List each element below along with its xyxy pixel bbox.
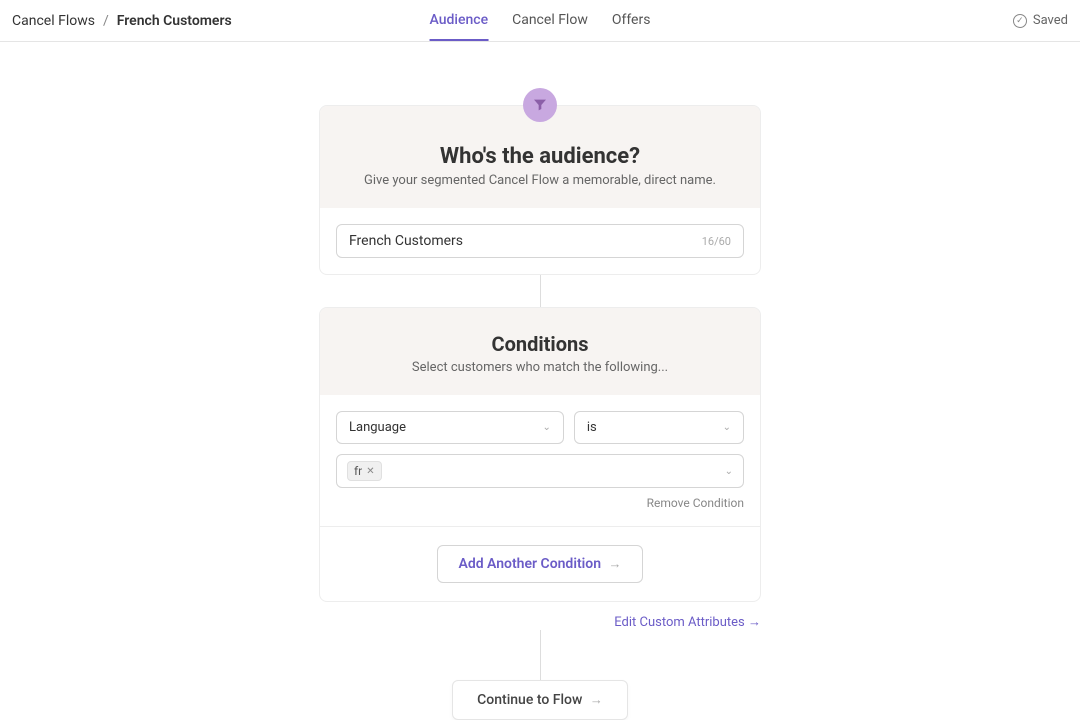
conditions-card-header: Conditions Select customers who match th… — [320, 308, 760, 395]
remove-condition-link[interactable]: Remove Condition — [336, 496, 744, 510]
condition-value-tag: fr ✕ — [347, 461, 382, 481]
condition-row: Language ⌄ is ⌄ — [336, 411, 744, 444]
tag-label: fr — [354, 464, 362, 478]
condition-operator-select[interactable]: is ⌄ — [574, 411, 744, 444]
continue-to-flow-button[interactable]: Continue to Flow → — [452, 680, 628, 720]
tag-remove-icon[interactable]: ✕ — [366, 466, 374, 477]
audience-card: Who's the audience? Give your segmented … — [319, 105, 761, 275]
conditions-card: Conditions Select customers who match th… — [319, 307, 761, 602]
audience-title: Who's the audience? — [344, 144, 736, 169]
char-count: 16/60 — [702, 235, 731, 248]
condition-operator-value: is — [587, 420, 597, 435]
conditions-card-footer: Add Another Condition → — [320, 526, 760, 601]
tab-cancel-flow[interactable]: Cancel Flow — [512, 0, 588, 41]
tabs: Audience Cancel Flow Offers — [430, 0, 651, 41]
breadcrumb-current: French Customers — [117, 13, 232, 29]
tab-audience[interactable]: Audience — [430, 0, 489, 41]
condition-value-select[interactable]: fr ✕ ⌄ — [336, 454, 744, 488]
add-condition-label: Add Another Condition — [458, 556, 601, 572]
edit-attrs-label: Edit Custom Attributes — [614, 615, 745, 630]
edit-custom-attributes-link[interactable]: Edit Custom Attributes → — [319, 614, 761, 630]
audience-name-input[interactable] — [349, 233, 702, 249]
connector-line — [540, 275, 541, 307]
chevron-down-icon: ⌄ — [542, 422, 550, 433]
audience-card-body: 16/60 — [320, 208, 760, 274]
content: Who's the audience? Give your segmented … — [0, 42, 1080, 720]
connector-line — [540, 630, 541, 680]
arrow-right-icon: → — [590, 693, 603, 708]
condition-attribute-value: Language — [349, 420, 406, 435]
breadcrumb-separator: / — [103, 13, 109, 29]
condition-attribute-select[interactable]: Language ⌄ — [336, 411, 564, 444]
conditions-title: Conditions — [344, 332, 736, 356]
saved-label: Saved — [1033, 13, 1068, 28]
audience-name-field-wrap: 16/60 — [336, 224, 744, 258]
continue-label: Continue to Flow — [477, 692, 582, 708]
arrow-right-icon: → — [609, 557, 622, 572]
tab-offers[interactable]: Offers — [612, 0, 651, 41]
breadcrumb: Cancel Flows / French Customers — [12, 13, 232, 29]
conditions-card-body: Language ⌄ is ⌄ fr ✕ ⌄ Remove Condition — [320, 395, 760, 526]
add-condition-button[interactable]: Add Another Condition → — [437, 545, 642, 583]
chevron-down-icon: ⌄ — [725, 466, 733, 477]
audience-subtitle: Give your segmented Cancel Flow a memora… — [344, 173, 736, 188]
save-status: ✓ Saved — [1013, 13, 1068, 28]
chevron-down-icon: ⌄ — [723, 422, 731, 433]
arrow-right-icon: → — [748, 615, 761, 630]
filter-icon-badge — [523, 88, 557, 122]
check-circle-icon: ✓ — [1013, 14, 1027, 28]
conditions-subtitle: Select customers who match the following… — [344, 360, 736, 375]
breadcrumb-parent-link[interactable]: Cancel Flows — [12, 13, 95, 29]
filter-icon — [532, 97, 548, 113]
header: Cancel Flows / French Customers Audience… — [0, 0, 1080, 42]
